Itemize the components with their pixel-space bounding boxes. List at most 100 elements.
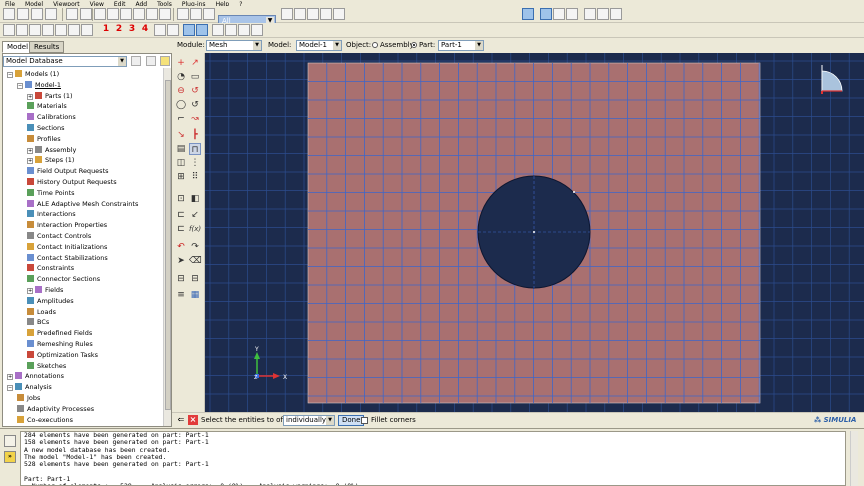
partition-face-icon[interactable]: ⌐	[175, 113, 187, 125]
render-shaded-icon[interactable]	[540, 8, 552, 20]
views-icon[interactable]	[177, 8, 189, 20]
tree-item-adaptivity-processes[interactable]: Adaptivity Processes	[17, 404, 94, 415]
select-mode-icon[interactable]	[294, 8, 306, 20]
view-1-button[interactable]: 1	[100, 24, 112, 36]
tree-item-models-1[interactable]: − Models (1)	[7, 69, 59, 80]
expand-icon[interactable]: +	[7, 374, 13, 381]
view-7-icon[interactable]	[81, 24, 93, 36]
edit-mesh-icon[interactable]: ┣	[189, 129, 201, 141]
tree-item-profiles[interactable]: Profiles	[27, 134, 61, 145]
virtual-topology-icon[interactable]: ↘	[175, 129, 187, 141]
tree-hint-icon[interactable]	[160, 56, 170, 66]
datum-point-icon[interactable]: ⊡	[175, 193, 187, 205]
tree-scroll-thumb[interactable]	[165, 80, 171, 410]
render-wire-icon[interactable]	[553, 8, 565, 20]
query-tool-icon[interactable]: ⊏	[175, 223, 187, 235]
tree-expand-icon[interactable]	[146, 56, 156, 66]
tree-item-calibrations[interactable]: Calibrations	[27, 112, 76, 123]
tree-filter-icon[interactable]	[131, 56, 141, 66]
tree-item-contact-initializations[interactable]: Contact Initializations	[27, 242, 107, 253]
tree-item-annotations[interactable]: + Annotations	[7, 371, 64, 382]
select-options-icon[interactable]	[281, 8, 293, 20]
tree-item-loads[interactable]: Loads	[27, 307, 56, 318]
expand-icon[interactable]: +	[27, 158, 33, 165]
cut-4-icon[interactable]	[251, 24, 263, 36]
info-icon[interactable]	[522, 8, 534, 20]
element-type-icon[interactable]: ◯	[175, 99, 187, 111]
create-datum-icon[interactable]: ▤	[175, 143, 187, 155]
datum-csys-icon[interactable]: ↙	[189, 209, 201, 221]
tree-item-history-output-requests[interactable]: History Output Requests	[27, 177, 117, 188]
tree-item-constraints[interactable]: Constraints	[27, 263, 74, 274]
seed-delete-icon[interactable]: ◔	[175, 71, 187, 83]
view-5-icon[interactable]	[55, 24, 67, 36]
zoom-box-icon[interactable]	[133, 8, 145, 20]
layer-icon[interactable]	[183, 24, 195, 36]
cut-icon[interactable]	[212, 24, 224, 36]
magnify-icon[interactable]	[120, 8, 132, 20]
message-scrollbar[interactable]	[850, 431, 858, 486]
select-visible-icon[interactable]	[320, 8, 332, 20]
collapse-icon[interactable]: −	[17, 82, 23, 89]
viewport[interactable]: Y X Z	[205, 53, 864, 412]
datum-plane-icon[interactable]: ⊏	[175, 209, 187, 221]
tree-item-time-points[interactable]: Time Points	[27, 188, 75, 199]
mesh-display-icon[interactable]	[154, 24, 166, 36]
tree-item-materials[interactable]: Materials	[27, 101, 67, 112]
redo-icon[interactable]: ↷	[189, 241, 201, 253]
tree-item-sections[interactable]: Sections	[27, 123, 65, 134]
save-icon[interactable]	[31, 8, 43, 20]
view-3-button[interactable]: 3	[126, 24, 138, 36]
display-group-icon[interactable]: ⊟	[175, 273, 187, 285]
view-top-icon[interactable]	[610, 8, 622, 20]
tree-item-sketches[interactable]: Sketches	[27, 361, 66, 372]
tree-item-remeshing-rules[interactable]: Remeshing Rules	[27, 339, 93, 350]
mesh-control-icon[interactable]: ▭	[189, 71, 201, 83]
display-group-2-icon[interactable]: ⊟	[189, 273, 201, 285]
cancel-icon[interactable]: ×	[188, 415, 198, 425]
pan-icon[interactable]	[94, 8, 106, 20]
new-icon[interactable]	[3, 8, 15, 20]
select-drag-icon[interactable]	[307, 8, 319, 20]
message-tab-icon[interactable]	[4, 435, 16, 447]
tree-item-jobs[interactable]: Jobs	[17, 393, 40, 404]
tree-item-parts-1[interactable]: + Parts (1)	[27, 91, 73, 102]
view-2-icon[interactable]	[16, 24, 28, 36]
verify-mesh-icon[interactable]: ↺	[189, 99, 201, 111]
viewport-canvas[interactable]: Y X Z	[205, 53, 864, 412]
select-arrow-icon[interactable]: ➤	[175, 255, 187, 267]
mesh-refine-icon[interactable]: ◫	[175, 157, 187, 169]
view-front-icon[interactable]	[597, 8, 609, 20]
tree-item-contact-stabilizations[interactable]: Contact Stabilizations	[27, 253, 108, 264]
tree-item-model-1[interactable]: − Model-1	[17, 80, 61, 91]
seed-edge-icon[interactable]: ↗	[189, 57, 201, 69]
mesh-smooth-icon[interactable]: ⋮	[189, 157, 201, 169]
tree-scrollbar[interactable]	[163, 68, 171, 426]
expand-icon[interactable]: +	[27, 147, 33, 154]
tree-item-field-output-requests[interactable]: Field Output Requests	[27, 166, 109, 177]
datum-axis-icon[interactable]: ◧	[189, 193, 201, 205]
view-iso-icon[interactable]	[584, 8, 596, 20]
view-3-icon[interactable]	[29, 24, 41, 36]
tab-results[interactable]: Results	[29, 41, 65, 53]
tree-item-connector-sections[interactable]: Connector Sections	[27, 274, 100, 285]
model-select[interactable]: Model-1 ▼	[296, 40, 342, 51]
cut-2-icon[interactable]	[225, 24, 237, 36]
query-icon[interactable]	[66, 8, 78, 20]
select-reset-icon[interactable]	[333, 8, 345, 20]
back-arrow-icon[interactable]: ⇐	[176, 415, 186, 425]
fillet-checkbox[interactable]	[361, 417, 368, 424]
kernel-tab-icon[interactable]: »	[4, 451, 16, 463]
view-4-button[interactable]: 4	[139, 24, 151, 36]
mesh-region-icon[interactable]: ↺	[189, 85, 201, 97]
expand-icon[interactable]: +	[27, 93, 33, 100]
tree-item-steps-1[interactable]: + Steps (1)	[27, 155, 74, 166]
tree-item-interaction-properties[interactable]: Interaction Properties	[27, 220, 107, 231]
tree-item-optimization-tasks[interactable]: Optimization Tasks	[27, 350, 98, 361]
layer-2-icon[interactable]	[196, 24, 208, 36]
display-table-icon[interactable]: ▦	[189, 289, 201, 301]
tree-item-ale-adaptive-mesh-constraints[interactable]: ALE Adaptive Mesh Constraints	[27, 199, 138, 210]
tree-item-interactions[interactable]: Interactions	[27, 209, 76, 220]
partition-edge-icon[interactable]: ↝	[189, 113, 201, 125]
seed-icon[interactable]: +	[175, 57, 187, 69]
